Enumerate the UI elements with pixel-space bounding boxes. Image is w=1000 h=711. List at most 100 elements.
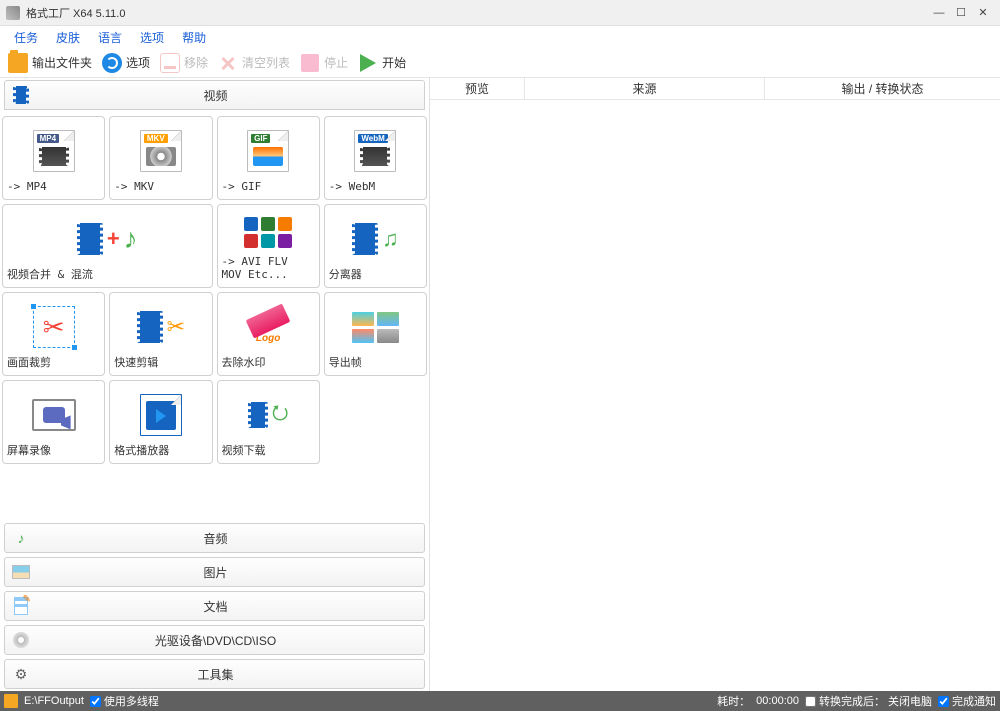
music-note-icon: ♫ [382, 226, 399, 252]
menu-option[interactable]: 选项 [132, 27, 172, 48]
folder-icon[interactable] [4, 694, 18, 708]
monitor-icon [32, 399, 76, 431]
remove-label: 移除 [184, 54, 208, 71]
output-folder-button[interactable]: 输出文件夹 [4, 51, 96, 75]
col-output[interactable]: 输出 / 转换状态 [765, 78, 1000, 99]
category-tools-label: 工具集 [37, 666, 424, 683]
category-image-label: 图片 [37, 564, 424, 581]
category-tools[interactable]: ⚙ 工具集 [4, 659, 425, 689]
output-path[interactable]: E:\FFOutput [24, 695, 84, 707]
tile-mkv-label: -> MKV [114, 180, 207, 193]
tile-download[interactable]: ⭮ 视频下载 [217, 380, 320, 464]
col-preview[interactable]: 预览 [430, 78, 525, 99]
tile-more-formats[interactable]: -> AVI FLV MOV Etc... [217, 204, 320, 288]
folder-icon [8, 53, 28, 73]
category-disc-label: 光驱设备\DVD\CD\ISO [37, 632, 424, 649]
category-disc[interactable]: 光驱设备\DVD\CD\ISO [4, 625, 425, 655]
tile-remove-watermark[interactable]: Logo 去除水印 [217, 292, 320, 376]
maximize-button[interactable]: ☐ [950, 4, 972, 22]
category-video-label: 视频 [37, 87, 424, 104]
tile-gif-label: -> GIF [222, 180, 315, 193]
menu-bar: 任务 皮肤 语言 选项 帮助 [0, 26, 1000, 48]
music-note-icon: ♪ [11, 528, 31, 548]
options-button[interactable]: 选项 [98, 51, 154, 75]
video-tiles: MP4 -> MP4 MKV -> MKV GIF -> GIF WebM ->… [0, 110, 429, 521]
menu-skin[interactable]: 皮肤 [48, 27, 88, 48]
tile-splitter[interactable]: ♫ 分离器 [324, 204, 427, 288]
tile-crop[interactable]: ✂ 画面裁剪 [2, 292, 105, 376]
download-icon: ⭮ [272, 398, 289, 432]
tile-screen-record[interactable]: 屏幕录像 [2, 380, 105, 464]
tile-mkv[interactable]: MKV -> MKV [109, 116, 212, 200]
notify-checkbox[interactable] [938, 696, 949, 707]
tile-merge[interactable]: + ♪ 视频合并 & 混流 [2, 204, 213, 288]
menu-task[interactable]: 任务 [6, 27, 46, 48]
col-source[interactable]: 来源 [525, 78, 765, 99]
picture-icon [11, 562, 31, 582]
tile-crop-label: 画面裁剪 [7, 356, 100, 369]
tile-player[interactable]: 格式播放器 [109, 380, 212, 464]
elapsed-value: 00:00:00 [756, 695, 799, 707]
tile-webm[interactable]: WebM -> WebM [324, 116, 427, 200]
thumbnails-icon [352, 312, 399, 343]
tile-merge-label: 视频合并 & 混流 [7, 268, 208, 281]
tile-download-label: 视频下载 [222, 444, 315, 457]
notify-option[interactable]: 完成通知 [938, 693, 996, 709]
status-bar: E:\FFOutput 使用多线程 耗时： 00:00:00 转换完成后： 关闭… [0, 691, 1000, 711]
clear-icon [218, 53, 238, 73]
category-video[interactable]: 视频 [4, 80, 425, 110]
close-button[interactable]: ✕ [972, 4, 994, 22]
right-panel: 预览 来源 输出 / 转换状态 [430, 78, 1000, 691]
after-convert-checkbox[interactable] [805, 696, 816, 707]
gear-icon: ⚙ [11, 664, 31, 684]
tile-quickcut[interactable]: ✂ 快速剪辑 [109, 292, 212, 376]
document-icon: ✎ [11, 596, 31, 616]
formats-grid-icon [244, 217, 292, 248]
tile-gif[interactable]: GIF -> GIF [217, 116, 320, 200]
film-icon [11, 85, 31, 105]
tile-splitter-label: 分离器 [329, 268, 422, 281]
tile-webm-label: -> WebM [329, 180, 422, 193]
tile-exportframe-label: 导出帧 [329, 356, 422, 369]
elapsed-label: 耗时： [717, 693, 750, 709]
multithread-option[interactable]: 使用多线程 [90, 693, 159, 709]
tile-screenrec-label: 屏幕录像 [7, 444, 100, 457]
left-panel: 视频 MP4 -> MP4 MKV -> MKV GIF -> GIF WebM… [0, 78, 430, 691]
clear-list-button[interactable]: 清空列表 [214, 51, 294, 75]
stop-button[interactable]: 停止 [296, 51, 352, 75]
category-audio-label: 音频 [37, 530, 424, 547]
tile-mp4-label: -> MP4 [7, 180, 100, 193]
play-icon [360, 54, 376, 72]
category-doc[interactable]: ✎ 文档 [4, 591, 425, 621]
menu-language[interactable]: 语言 [90, 27, 130, 48]
after-convert-option[interactable]: 转换完成后： 关闭电脑 [805, 693, 932, 709]
scissors-icon: ✂ [43, 312, 65, 343]
options-icon [102, 53, 122, 73]
minimize-button[interactable]: — [928, 4, 950, 22]
multithread-checkbox[interactable] [90, 696, 101, 707]
remove-button[interactable]: 移除 [156, 51, 212, 75]
after-convert-label: 转换完成后： [819, 693, 885, 709]
toolbar: 输出文件夹 选项 移除 清空列表 停止 开始 [0, 48, 1000, 78]
app-icon [6, 6, 20, 20]
output-folder-label: 输出文件夹 [32, 54, 92, 71]
options-label: 选项 [126, 54, 150, 71]
stop-label: 停止 [324, 54, 348, 71]
crop-icon: ✂ [33, 306, 75, 348]
film-icon [248, 402, 268, 428]
tile-more-label: -> AVI FLV MOV Etc... [222, 255, 315, 281]
category-audio[interactable]: ♪ 音频 [4, 523, 425, 553]
tile-mp4[interactable]: MP4 -> MP4 [2, 116, 105, 200]
window-title: 格式工厂 X64 5.11.0 [26, 5, 125, 21]
tile-player-label: 格式播放器 [114, 444, 207, 457]
task-list[interactable] [430, 100, 1000, 691]
title-bar: 格式工厂 X64 5.11.0 — ☐ ✕ [0, 0, 1000, 26]
category-doc-label: 文档 [37, 598, 424, 615]
start-button[interactable]: 开始 [354, 51, 410, 75]
disc-icon [11, 630, 31, 650]
category-image[interactable]: 图片 [4, 557, 425, 587]
tile-export-frame[interactable]: 导出帧 [324, 292, 427, 376]
menu-help[interactable]: 帮助 [174, 27, 214, 48]
remove-icon [160, 53, 180, 73]
film-icon [77, 223, 103, 255]
